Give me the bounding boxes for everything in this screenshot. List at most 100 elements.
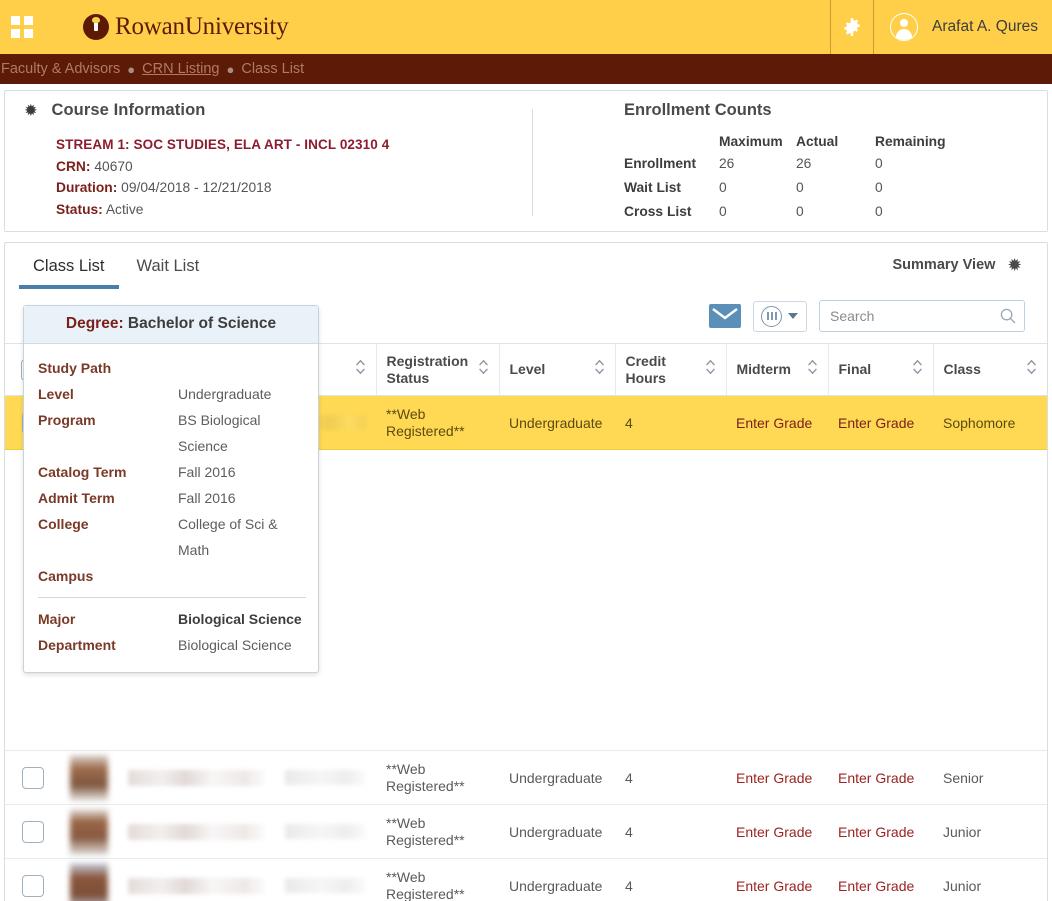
enrollment-row-cross-list: Cross List 0 0 0 [624,201,946,225]
cross-list-remaining: 0 [875,201,946,225]
breadcrumb-separator-1: ● [127,62,135,77]
student-photo-redacted [70,755,108,801]
midterm-enter-grade-link[interactable]: Enter Grade [736,770,812,786]
column-header-level[interactable]: Level [499,344,615,396]
enrollment-col-blank [624,134,719,153]
credit-hours-cell: 4 [615,805,726,859]
popover-divider [38,597,306,598]
popover-value-college: College of Sci & Math [178,511,306,563]
sort-both-icon[interactable] [705,359,716,380]
column-label-midterm: Midterm [737,361,791,378]
popover-row-catalog-term: Catalog Term Fall 2016 [24,459,318,485]
student-id-redacted [285,770,366,785]
status-value: Active [106,202,144,217]
midterm-enter-grade-link[interactable]: Enter Grade [736,824,812,840]
tab-wait-list[interactable]: Wait List [121,257,216,289]
credit-hours-cell: 4 [615,751,726,805]
sort-both-icon[interactable] [478,359,489,380]
popover-key-catalog-term: Catalog Term [38,459,178,485]
top-brand-bar: RowanUniversity Arafat A. Qures [0,0,1052,54]
user-menu[interactable]: Arafat A. Qures [874,0,1052,54]
course-info-vertical-divider [532,109,533,216]
email-students-button[interactable] [709,304,741,328]
logo-text: RowanUniversity [115,13,288,41]
column-header-registration-status[interactable]: Registration Status [376,344,499,396]
course-title: STREAM 1: SOC STUDIES, ELA ART - INCL 02… [56,134,532,156]
row-checkbox[interactable] [22,767,44,789]
wait-list-label: Wait List [624,177,719,201]
midterm-enter-grade-link[interactable]: Enter Grade [736,878,812,894]
header-right-group: Arafat A. Qures [830,0,1052,54]
enrollment-actual: 26 [796,153,875,177]
row-checkbox[interactable] [22,875,44,897]
rowan-university-logo[interactable]: RowanUniversity [83,13,288,41]
export-button[interactable] [753,301,807,332]
chevron-down-icon[interactable]: ✹ [25,102,47,119]
enrollment-maximum: 26 [719,153,796,177]
class-cell: Junior [933,805,1047,859]
final-enter-grade-link[interactable]: Enter Grade [838,824,914,840]
duration-value: 09/04/2018 - 12/21/2018 [121,180,271,195]
midterm-enter-grade-link[interactable]: Enter Grade [736,415,812,431]
column-header-class[interactable]: Class [933,344,1047,396]
row-checkbox[interactable] [22,821,44,843]
student-name-cell[interactable] [118,859,275,901]
level-cell: Undergraduate [499,396,615,450]
student-id-cell [275,751,376,805]
enrollment-counts-table: Maximum Actual Remaining Enrollment 26 2… [624,134,946,225]
search-input[interactable] [819,300,1025,332]
user-name-label: Arafat A. Qures [932,18,1038,36]
registration-status-cell: **Web Registered** [376,805,499,859]
settings-button[interactable] [831,0,873,54]
column-header-midterm[interactable]: Midterm [726,344,828,396]
apps-grid-icon[interactable] [11,16,33,38]
student-name-cell[interactable] [118,751,275,805]
enrollment-counts-header-row: Maximum Actual Remaining [624,134,946,153]
view-selector[interactable]: Summary View ✹ [893,256,1021,274]
table-row[interactable]: **Web Registered** Undergraduate 4 Enter… [5,859,1047,901]
sort-both-icon[interactable] [1026,359,1037,380]
export-tool-icon [761,306,782,327]
popover-row-level: Level Undergraduate [24,381,318,407]
degree-details-popover: Degree: Bachelor of Science Study Path L… [23,305,319,673]
status-label: Status: [56,202,103,217]
popover-row-department: Department Biological Science [24,632,318,658]
final-enter-grade-link[interactable]: Enter Grade [838,415,914,431]
table-row[interactable]: **Web Registered** Undergraduate 4 Enter… [5,751,1047,805]
popover-row-college: College College of Sci & Math [24,511,318,563]
student-name-redacted [128,824,265,840]
final-enter-grade-link[interactable]: Enter Grade [838,770,914,786]
popover-value-level: Undergraduate [178,381,271,407]
enrollment-remaining: 0 [875,153,946,177]
sort-both-icon[interactable] [355,359,366,380]
student-id-cell [275,859,376,901]
popover-row-program: Program BS Biological Science [24,407,318,459]
sort-both-icon[interactable] [912,359,923,380]
row-select-cell [5,805,60,859]
student-name-cell[interactable] [118,805,275,859]
final-cell: Enter Grade [828,396,933,450]
column-header-credit-hours[interactable]: Credit Hours [615,344,726,396]
class-cell: Senior [933,751,1047,805]
breadcrumb-item-faculty-advisors[interactable]: Faculty & Advisors [1,61,120,77]
column-label-registration-status: Registration Status [387,353,472,387]
sort-both-icon[interactable] [807,359,818,380]
popover-header: Degree: Bachelor of Science [24,306,318,344]
final-enter-grade-link[interactable]: Enter Grade [838,878,914,894]
row-select-cell [5,751,60,805]
popover-key-department: Department [38,632,178,658]
breadcrumb-item-crn-listing[interactable]: CRN Listing [142,61,219,77]
sort-both-icon[interactable] [594,359,605,380]
cross-list-actual: 0 [796,201,875,225]
column-header-final[interactable]: Final [828,344,933,396]
table-row[interactable]: **Web Registered** Undergraduate 4 Enter… [5,805,1047,859]
student-name-redacted [128,878,265,894]
midterm-cell: Enter Grade [726,805,828,859]
course-information-title: Course Information [51,101,205,120]
popover-key-admit-term: Admit Term [38,485,178,511]
course-duration-line: Duration: 09/04/2018 - 12/21/2018 [56,177,532,199]
column-label-level: Level [510,361,546,378]
cross-list-maximum: 0 [719,201,796,225]
tab-class-list[interactable]: Class List [17,257,121,289]
page-body: ✹ Course Information STREAM 1: SOC STUDI… [0,84,1052,901]
